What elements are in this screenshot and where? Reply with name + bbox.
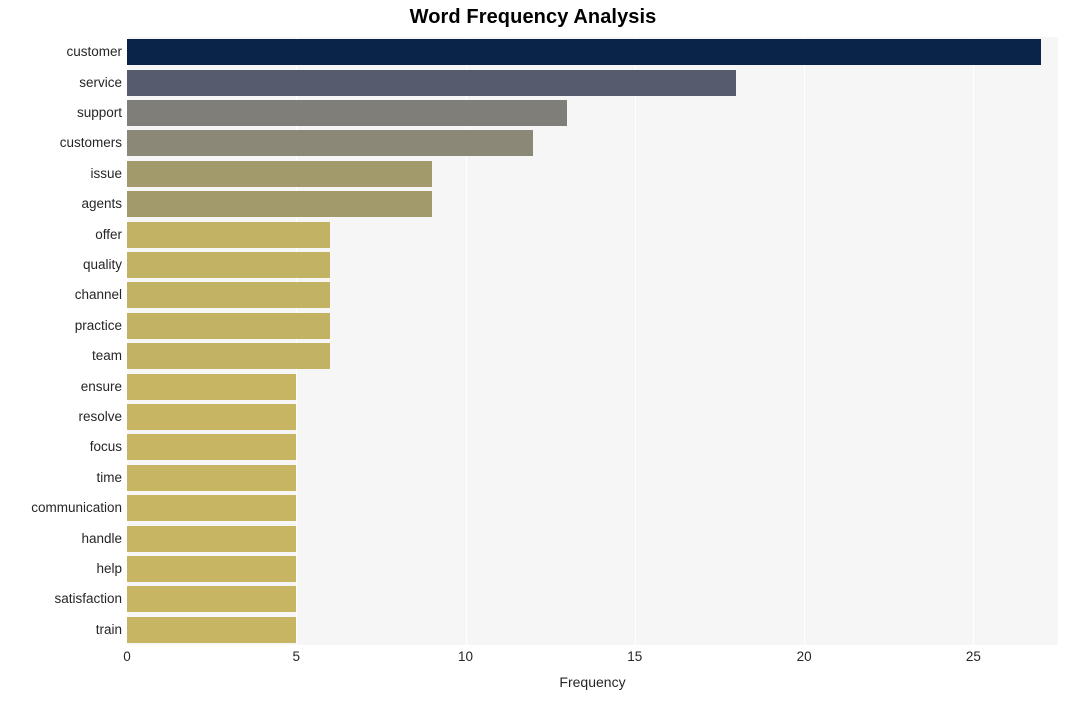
y-axis-tick-label: support — [76, 105, 122, 120]
bar — [127, 312, 331, 339]
y-axis-tick-label: satisfaction — [54, 591, 122, 607]
bar — [127, 39, 1042, 66]
y-axis-tick-label: practice — [74, 317, 122, 333]
y-axis-tick-label: customers — [59, 135, 122, 151]
x-axis-tick-labels: 0 5 10 15 20 25 — [0, 649, 1066, 669]
y-axis-tick-label: customer — [66, 44, 122, 60]
bar — [127, 373, 297, 400]
bar — [127, 160, 432, 187]
bar — [127, 191, 432, 218]
y-axis-tick-label: team — [91, 348, 122, 364]
y-axis-tick-label: agents — [81, 196, 122, 212]
y-axis-tick-label: ensure — [80, 378, 122, 394]
bar — [127, 69, 737, 96]
x-axis-tick-label: 25 — [965, 649, 981, 664]
y-axis-tick-label: train — [95, 621, 122, 637]
plot-area — [127, 37, 1058, 645]
y-axis-tick-label: issue — [90, 165, 122, 181]
bar — [127, 495, 297, 522]
y-axis-tick-label: focus — [89, 439, 122, 455]
y-axis-tick-label: help — [96, 561, 122, 576]
bar — [127, 525, 297, 552]
bar — [127, 282, 331, 309]
bar — [127, 130, 534, 157]
y-axis-tick-label: communication — [31, 500, 122, 516]
bar — [127, 343, 331, 370]
chart-figure: Word Frequency Analysis customer service s… — [0, 0, 1066, 701]
x-axis-tick-label: 15 — [627, 649, 643, 664]
x-axis-tick-label: 0 — [123, 649, 131, 664]
x-axis-tick-label: 5 — [292, 649, 301, 664]
y-axis-tick-label: resolve — [78, 409, 122, 424]
bar — [127, 616, 297, 643]
y-axis-tick-label: channel — [74, 287, 122, 303]
chart-title: Word Frequency Analysis — [409, 6, 657, 28]
bar — [127, 434, 297, 461]
y-axis-tick-label: quality — [82, 257, 122, 272]
bar — [127, 252, 331, 278]
x-axis-title: Frequency — [559, 674, 626, 690]
bar — [127, 586, 297, 613]
y-axis-tick-label: handle — [81, 530, 122, 546]
y-axis-tick-label: service — [79, 74, 122, 90]
bars-layer — [127, 37, 1058, 645]
bar — [127, 464, 297, 491]
y-axis-tick-label: time — [96, 469, 122, 485]
x-axis-tick-label: 20 — [796, 649, 812, 664]
y-axis-tick-label: offer — [95, 226, 122, 242]
bar — [127, 556, 297, 582]
y-axis-tick-labels: customer service support customers issue agen… — [0, 37, 122, 645]
bar — [127, 404, 297, 430]
bar — [127, 221, 331, 248]
x-axis-tick-label: 10 — [458, 649, 474, 664]
bar — [127, 100, 568, 126]
